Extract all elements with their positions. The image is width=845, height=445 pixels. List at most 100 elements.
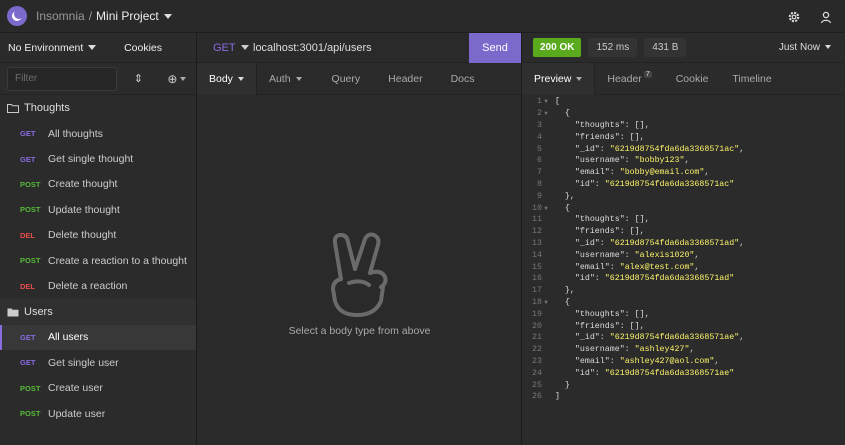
sidebar-item-get-single-user[interactable]: GET Get single user [0, 350, 196, 375]
code-line: 6 "username": "bobby123", [522, 155, 845, 167]
code-line: 15 "email": "alex@test.com", [522, 261, 845, 273]
code-line: 7 "email": "bobby@email.com", [522, 167, 845, 179]
project-name[interactable]: Mini Project [96, 9, 159, 23]
line-number: 7 [537, 168, 542, 178]
line-number: 2 [537, 109, 542, 119]
method-badge: POST [20, 205, 41, 215]
tab-label: Auth [268, 72, 291, 85]
tab-response-header[interactable]: Header 7 [595, 63, 663, 95]
add-item-icon[interactable]: ⊕ [165, 72, 189, 86]
sidebar-item-all-thoughts[interactable]: GET All thoughts [0, 121, 196, 146]
cookies-button[interactable]: Cookies [124, 42, 162, 54]
header-count-badge: 7 [643, 71, 652, 78]
chevron-down-icon [237, 76, 244, 81]
method-badge: DEL [20, 230, 35, 240]
response-pane: 200 OK 152 ms 431 B Just Now Preview Hea… [522, 33, 845, 445]
code-text: "thoughts": [], [550, 120, 650, 130]
code-text: "friends": [], [550, 227, 645, 237]
fold-caret-icon[interactable]: ▼ [542, 299, 550, 306]
code-line: 14 "username": "alexis1020", [522, 249, 845, 261]
sidebar-item-create-thought[interactable]: POST Create thought [0, 172, 196, 197]
sidebar-item-create-user[interactable]: POST Create user [0, 376, 196, 401]
environment-row: No Environment Cookies [0, 33, 196, 63]
code-line: 25 } [522, 379, 845, 391]
code-line: 17 }, [522, 285, 845, 297]
tab-cookie[interactable]: Cookie [664, 63, 721, 95]
code-line: 26 ] [522, 391, 845, 403]
tab-docs[interactable]: Docs [435, 63, 487, 95]
tab-header[interactable]: Header [372, 63, 434, 95]
request-label: Update thought [48, 203, 120, 216]
app-name[interactable]: Insomnia [36, 9, 85, 23]
breadcrumb[interactable]: Insomnia / Mini Project [36, 9, 172, 23]
line-number: 3 [537, 120, 542, 130]
code-text: "email": "bobby@email.com", [550, 168, 710, 178]
status-badge: 200 OK [533, 38, 582, 57]
url-bar: GET localhost:3001/api/users Send [197, 32, 521, 63]
method-selector[interactable]: GET [197, 42, 253, 54]
url-input[interactable]: localhost:3001/api/users [253, 42, 469, 54]
tab-query[interactable]: Query [314, 63, 373, 95]
line-number: 17 [532, 286, 542, 296]
line-number: 11 [532, 215, 542, 225]
tab-body[interactable]: Body [197, 62, 257, 95]
request-label: Get single user [48, 356, 119, 369]
line-number: 1 [537, 97, 542, 107]
line-number: 22 [532, 345, 542, 355]
sidebar-item-update-user[interactable]: POST Update user [0, 401, 196, 426]
folder-users[interactable]: Users [0, 298, 196, 325]
gear-icon[interactable] [783, 6, 805, 28]
code-line: 2 ▼ { [522, 108, 845, 120]
sidebar-item-create-reaction[interactable]: POST Create a reaction to a thought [0, 248, 196, 273]
code-line: 5 "_id": "6219d8754fda6da3368571ac", [522, 143, 845, 155]
tab-auth[interactable]: Auth [257, 63, 314, 95]
code-text: "email": "alex@test.com", [550, 262, 700, 272]
code-line: 16 "id": "6219d8754fda6da3368571ad" [522, 273, 845, 285]
code-line: 19 "thoughts": [], [522, 308, 845, 320]
response-history-dropdown[interactable]: Just Now [779, 42, 831, 53]
method-badge: POST [20, 409, 41, 419]
peace-hand-icon [331, 232, 388, 317]
response-body-viewer[interactable]: 1 ▼ [2 ▼ {3 "thoughts": [], 4 "friends": []… [522, 96, 845, 403]
account-icon[interactable] [815, 6, 837, 28]
line-number: 18 [532, 297, 542, 307]
tab-preview[interactable]: Preview [522, 62, 596, 95]
received-label: Just Now [778, 42, 820, 53]
method-badge: GET [20, 154, 36, 164]
tab-label: Body [209, 72, 233, 85]
code-text: { [550, 109, 570, 119]
fold-caret-icon[interactable]: ▼ [542, 98, 550, 105]
insomnia-logo-icon[interactable] [7, 6, 27, 26]
environment-label: No Environment [8, 41, 84, 54]
folder-thoughts[interactable]: Thoughts [0, 95, 196, 121]
code-text: "id": "6219d8754fda6da3368571ae" [550, 368, 735, 378]
line-number: 25 [532, 380, 542, 390]
sidebar-item-delete-thought[interactable]: DEL Delete thought [0, 223, 196, 248]
code-line: 18 ▼ { [522, 297, 845, 309]
folder-open-icon [7, 308, 19, 317]
fold-caret-icon[interactable]: ▼ [542, 110, 550, 117]
tab-timeline[interactable]: Timeline [720, 63, 783, 95]
sidebar-item-update-thought[interactable]: POST Update thought [0, 197, 196, 222]
filter-input[interactable] [7, 66, 117, 91]
sidebar-item-delete-reaction[interactable]: DEL Delete a reaction [0, 273, 196, 298]
sidebar-item-all-users[interactable]: GET All users [0, 324, 196, 351]
fold-caret-icon[interactable]: ▼ [542, 205, 550, 212]
line-number: 6 [537, 156, 542, 166]
code-text: "_id": "6219d8754fda6da3368571ad", [550, 238, 745, 248]
method-label: GET [213, 41, 236, 54]
sort-icon[interactable]: ⇕ [130, 72, 147, 85]
code-text: } [550, 380, 570, 390]
request-label: Delete thought [48, 229, 117, 242]
sidebar-item-get-single-thought[interactable]: GET Get single thought [0, 146, 196, 171]
code-line: 4 "friends": [], [522, 131, 845, 143]
code-text: "friends": [], [550, 321, 645, 331]
line-number: 13 [532, 238, 542, 248]
send-button[interactable]: Send [469, 32, 521, 63]
tab-label: Preview [534, 72, 572, 85]
breadcrumb-separator: / [88, 9, 93, 23]
chevron-down-icon[interactable] [163, 14, 172, 20]
request-label: All thoughts [48, 127, 103, 140]
method-badge: POST [20, 383, 41, 393]
environment-selector[interactable]: No Environment [8, 41, 97, 54]
